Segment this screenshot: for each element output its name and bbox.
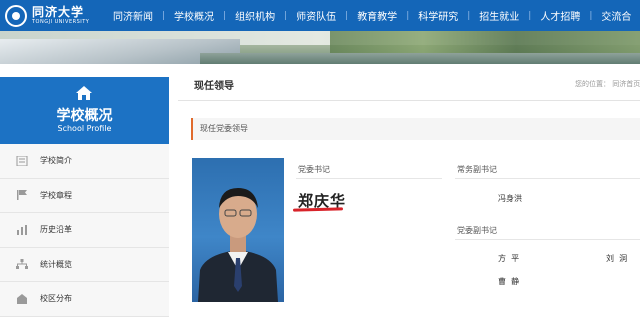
- main-nav: 同济新闻 | 学校概况 | 组织机构 | 师资队伍 | 教育教学 | 科学研究 | 招生就业…: [104, 0, 640, 31]
- exec-deputy-role-label: 常务副书记: [457, 165, 497, 174]
- sidebar-item-history[interactable]: 历史沿革: [0, 213, 169, 248]
- nav-item-jobs[interactable]: 人才招聘: [531, 8, 589, 23]
- nav-item-organization[interactable]: 组织机构: [226, 8, 284, 23]
- sidebar-item-campuses[interactable]: 校区分布: [0, 282, 169, 317]
- section-title: 现任党委领导: [200, 124, 248, 133]
- nav-item-about[interactable]: 学校概况: [165, 8, 223, 23]
- sidebar-item-label: 统计概览: [40, 259, 72, 269]
- divider: [178, 100, 640, 101]
- flag-icon: [17, 190, 27, 201]
- deputy-name[interactable]: 曹 静: [498, 276, 519, 287]
- breadcrumb[interactable]: 您的位置： 同济首页: [575, 79, 640, 89]
- sidebar-item-label: 历史沿革: [40, 225, 72, 235]
- deputy-role-label: 党委副书记: [457, 226, 497, 235]
- logo-chinese-name: 同济大学: [32, 5, 85, 19]
- sidebar-menu: 学校简介 学校章程 历史沿革 统计概览 校区分布: [0, 144, 169, 317]
- sidebar-title: 学校概况: [56, 108, 113, 124]
- sidebar-item-charter[interactable]: 学校章程: [0, 178, 169, 213]
- sidebar-item-label: 学校简介: [40, 156, 72, 166]
- divider: [455, 178, 640, 179]
- sidebar-item-label: 学校章程: [40, 190, 72, 200]
- home-icon: [76, 86, 92, 100]
- nav-item-research[interactable]: 科学研究: [409, 8, 467, 23]
- sidebar-item-introduction[interactable]: 学校简介: [0, 144, 169, 179]
- divider: [296, 178, 442, 179]
- page-title: 现任领导: [194, 81, 234, 92]
- nav-item-education[interactable]: 教育教学: [348, 8, 406, 23]
- campus-banner-image: [0, 31, 640, 64]
- deputy-name[interactable]: 方 平: [498, 253, 519, 264]
- nav-item-admissions[interactable]: 招生就业: [470, 8, 528, 23]
- sidebar-item-statistics[interactable]: 统计概览: [0, 247, 169, 282]
- leader-portrait[interactable]: [192, 158, 284, 302]
- nav-item-exchange[interactable]: 交流合: [592, 8, 640, 23]
- divider: [455, 239, 640, 240]
- sidebar-subtitle: School Profile: [57, 124, 112, 133]
- exec-deputy-name[interactable]: 冯身洪: [498, 193, 522, 204]
- logo-english-name: TONGJI UNIVERSITY: [32, 19, 90, 25]
- bar-chart-icon: [17, 224, 27, 235]
- network-icon: [16, 259, 28, 270]
- secretary-role-label: 党委书记: [298, 165, 330, 174]
- red-underline-annotation: [292, 207, 344, 212]
- sidebar-item-label: 校区分布: [40, 294, 72, 304]
- building-icon: [17, 293, 27, 304]
- deputy-name[interactable]: 刘 洞: [606, 253, 627, 264]
- document-icon: [16, 155, 28, 166]
- seal-icon: [5, 4, 27, 27]
- nav-item-faculty[interactable]: 师资队伍: [287, 8, 345, 23]
- university-logo[interactable]: 同济大学 TONGJI UNIVERSITY: [0, 0, 104, 31]
- top-nav-bar: 同济大学 TONGJI UNIVERSITY 同济新闻 | 学校概况 | 组织机构 |…: [0, 0, 640, 31]
- nav-item-news[interactable]: 同济新闻: [104, 8, 162, 23]
- section-header: 现任党委领导: [191, 118, 640, 140]
- sidebar-header: 学校概况 School Profile: [0, 77, 169, 144]
